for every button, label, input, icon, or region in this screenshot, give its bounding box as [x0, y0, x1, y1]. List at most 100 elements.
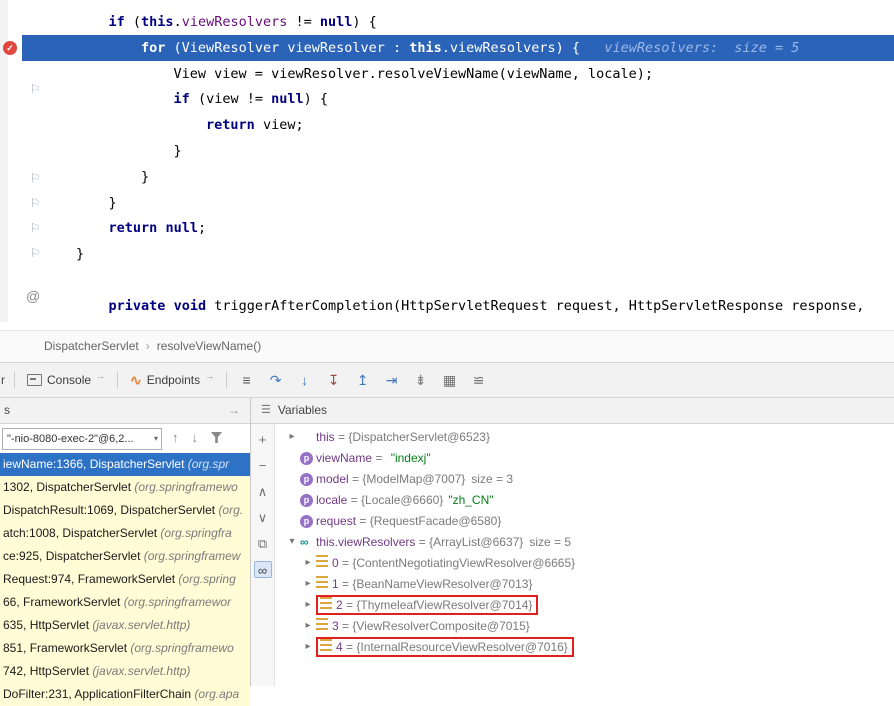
frame-row[interactable]: 851, FrameworkServlet (org.springframewo: [0, 637, 250, 660]
filter-icon[interactable]: [211, 432, 222, 443]
move-up-icon[interactable]: ∧: [254, 483, 272, 500]
bookmark-flag-icon[interactable]: ⚐: [28, 171, 42, 185]
tab-endpoints[interactable]: ∿ Endpoints →: [123, 363, 221, 397]
variable-row[interactable]: ▸2 = {ThymeleafViewResolver@7014}: [276, 594, 894, 615]
breadcrumb-method[interactable]: resolveViewName(): [157, 339, 261, 353]
table-icon[interactable]: ▦: [435, 372, 464, 389]
panel-menu-icon[interactable]: ☰: [261, 398, 271, 423]
tab-console[interactable]: Console →: [20, 363, 112, 397]
frame-row[interactable]: 1302, DispatcherServlet (org.springframe…: [0, 476, 250, 499]
menu-icon[interactable]: ≡: [232, 372, 261, 388]
array-element-icon: [320, 639, 332, 651]
annotation-highlight-box: 2 = {ThymeleafViewResolver@7014}: [316, 595, 538, 615]
variable-row[interactable]: pmodel = {ModelMap@7007}size = 3: [276, 468, 894, 489]
step-out-icon[interactable]: ↥: [348, 372, 377, 389]
variable-name: locale: [316, 493, 347, 507]
variable-content: this = {DispatcherServlet@6523}: [300, 430, 490, 444]
tab-endpoints-label: Endpoints: [147, 373, 200, 387]
equals-sign: =: [339, 577, 353, 591]
hide-panel-icon[interactable]: →: [228, 398, 240, 423]
variable-row[interactable]: ▸3 = {ViewResolverComposite@7015}: [276, 615, 894, 636]
frame-row[interactable]: atch:1008, DispatcherServlet (org.spring…: [0, 522, 250, 545]
run-to-cursor-icon[interactable]: ⇥: [377, 372, 406, 389]
code-line[interactable]: }: [76, 164, 149, 190]
move-down-icon[interactable]: ∨: [254, 509, 272, 526]
bookmark-flag-icon[interactable]: ⚐: [28, 196, 42, 210]
bookmark-flag-icon[interactable]: ⚐: [28, 82, 42, 96]
frame-package: (org.springframew: [144, 549, 241, 563]
variable-row[interactable]: ▸0 = {ContentNegotiatingViewResolver@666…: [276, 552, 894, 573]
variable-row[interactable]: pviewName = "indexj": [276, 447, 894, 468]
array-element-icon: [316, 618, 328, 630]
frame-row[interactable]: 635, HttpServlet (javax.servlet.http): [0, 614, 250, 637]
chevron-right-icon[interactable]: ▸: [300, 599, 316, 610]
tab-arrow-icon: →: [205, 371, 214, 381]
frame-row[interactable]: iewName:1366, DispatcherServlet (org.spr: [0, 453, 250, 476]
chevron-right-icon[interactable]: ▸: [300, 641, 316, 652]
code-text: [165, 298, 173, 314]
step-over-icon[interactable]: ↷: [261, 372, 290, 389]
frame-row[interactable]: 742, HttpServlet (javax.servlet.http): [0, 660, 250, 683]
bookmark-flag-icon[interactable]: ⚐: [28, 221, 42, 235]
previous-frame-icon[interactable]: ↑: [172, 430, 179, 445]
variable-content: plocale = {Locale@6660}"zh_CN": [300, 492, 494, 507]
frame-row[interactable]: Request:974, FrameworkServlet (org.sprin…: [0, 568, 250, 591]
frame-row[interactable]: 66, FrameworkServlet (org.springframewor: [0, 591, 250, 614]
code-text: if: [174, 91, 190, 107]
step-into-icon[interactable]: ↓: [290, 372, 319, 388]
array-element-icon: [316, 618, 332, 633]
code-line[interactable]: if (this.viewResolvers != null) {: [76, 9, 377, 35]
frame-location: 742, HttpServlet: [3, 664, 92, 678]
frame-package: (org.springframewo: [130, 641, 233, 655]
parameter-icon: p: [300, 450, 316, 465]
chevron-right-icon[interactable]: ▸: [284, 431, 300, 442]
remove-watch-icon[interactable]: −: [254, 457, 272, 474]
code-text: [76, 298, 109, 314]
code-line[interactable]: View view = viewResolver.resolveViewName…: [76, 61, 653, 87]
frame-row[interactable]: DoFilter:231, ApplicationFilterChain (or…: [0, 683, 250, 706]
breadcrumb: DispatcherServlet›resolveViewName(): [0, 330, 894, 362]
breakpoint-icon[interactable]: ✓: [3, 41, 17, 55]
chevron-right-icon[interactable]: ▸: [300, 557, 316, 568]
code-line[interactable]: }: [76, 190, 117, 216]
frame-row[interactable]: ce:925, DispatcherServlet (org.springfra…: [0, 545, 250, 568]
chevron-right-icon[interactable]: ▸: [300, 578, 316, 589]
breadcrumb-class[interactable]: DispatcherServlet: [44, 339, 139, 353]
code-line[interactable]: if (view != null) {: [76, 86, 328, 112]
code-text: viewResolvers: [450, 40, 556, 56]
variable-content: prequest = {RequestFacade@6580}: [300, 513, 501, 528]
code-line[interactable]: return view;: [76, 112, 304, 138]
variable-name: 0: [332, 556, 339, 570]
tab-debugger-cropped[interactable]: r: [0, 373, 9, 387]
variable-row[interactable]: ▸this = {DispatcherServlet@6523}: [276, 426, 894, 447]
code-editor[interactable]: ✓ @ if (this.viewResolvers != null) { fo…: [0, 0, 894, 322]
variable-row[interactable]: ▸4 = {InternalResourceViewResolver@7016}: [276, 636, 894, 657]
force-step-into-icon[interactable]: ↧: [319, 372, 348, 389]
parameter-icon: p: [300, 513, 316, 528]
variable-row[interactable]: ▸1 = {BeanNameViewResolver@7013}: [276, 573, 894, 594]
code-line[interactable]: }: [76, 241, 84, 267]
variable-name: this: [316, 430, 335, 444]
code-line[interactable]: for (ViewResolver viewResolver : this.vi…: [76, 35, 799, 61]
thread-selector-value: "-nio-8080-exec-2"@6,2...: [7, 433, 134, 445]
variables-tree: ▸this = {DispatcherServlet@6523}pviewNam…: [276, 426, 894, 657]
variable-row[interactable]: prequest = {RequestFacade@6580}: [276, 510, 894, 531]
next-frame-icon[interactable]: ↓: [192, 430, 199, 445]
layout-icon[interactable]: ≌: [464, 372, 493, 389]
chevron-right-icon[interactable]: ▸: [300, 620, 316, 631]
code-text: null: [165, 220, 198, 236]
watch-toggle-icon[interactable]: ∞: [254, 561, 272, 578]
code-line[interactable]: private void triggerAfterCompletion(Http…: [76, 293, 864, 319]
duplicate-icon[interactable]: ⧉: [254, 535, 272, 552]
code-line[interactable]: }: [76, 138, 182, 164]
add-watch-icon[interactable]: +: [254, 431, 272, 448]
variable-row[interactable]: ▾∞this.viewResolvers = {ArrayList@6637}s…: [276, 531, 894, 552]
variable-row[interactable]: plocale = {Locale@6660}"zh_CN": [276, 489, 894, 510]
thread-selector-dropdown[interactable]: "-nio-8080-exec-2"@6,2... ▾: [2, 428, 162, 450]
bookmark-flag-icon[interactable]: ⚐: [28, 246, 42, 260]
debug-toolbar: r Console → ∿ Endpoints → ≡↷↓↧↥⇥⇟▦≌: [0, 362, 894, 398]
code-line[interactable]: return null;: [76, 215, 206, 241]
smart-step-into-icon[interactable]: ⇟: [406, 372, 435, 389]
chevron-down-icon[interactable]: ▾: [284, 536, 300, 547]
frame-row[interactable]: DispatchResult:1069, DispatcherServlet (…: [0, 499, 250, 522]
